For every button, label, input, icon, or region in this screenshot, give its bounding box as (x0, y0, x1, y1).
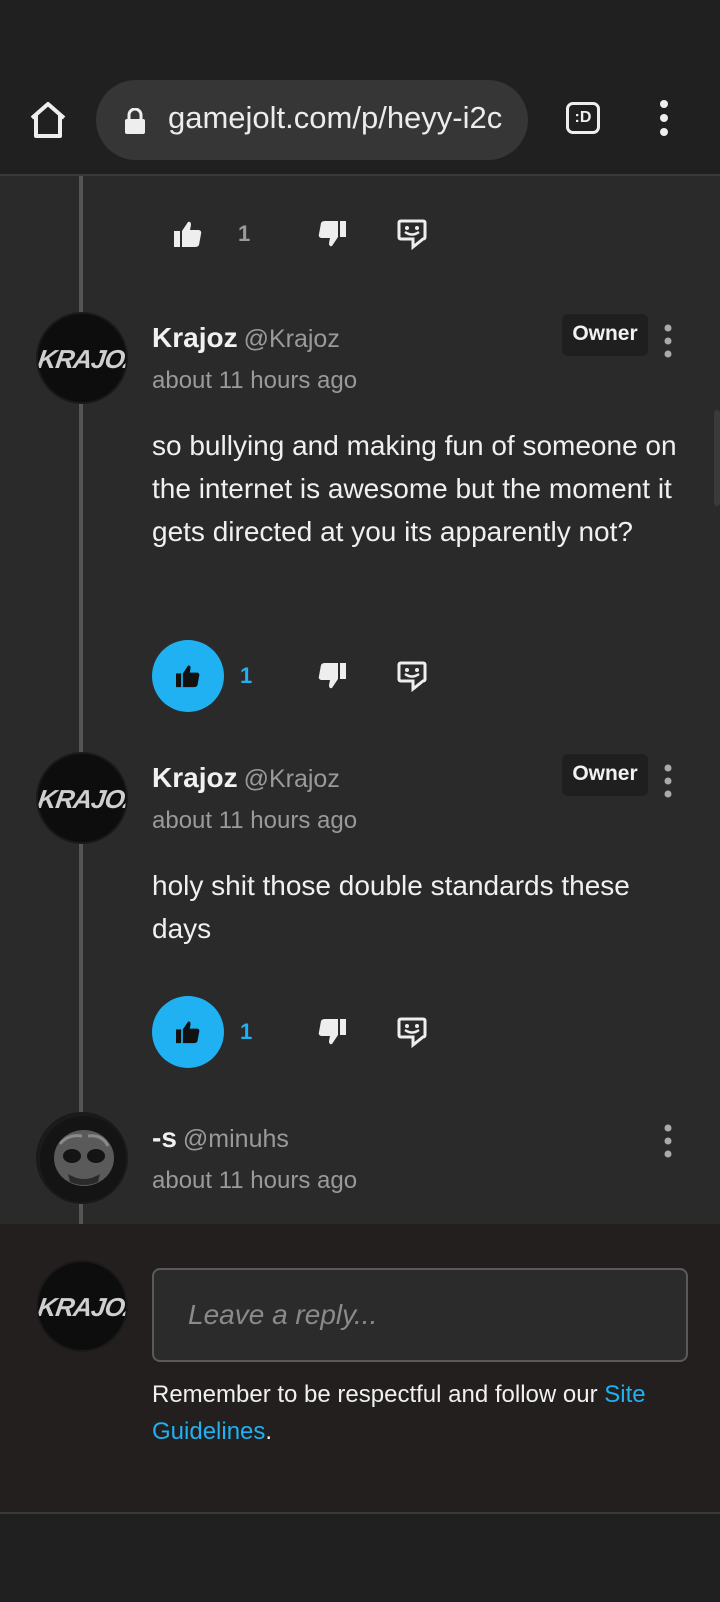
dislike-button[interactable] (296, 198, 368, 270)
avatar[interactable]: KRAJOZ (36, 312, 128, 404)
thumbs-down-icon (318, 663, 346, 689)
reply-icon (397, 1017, 427, 1048)
author-name[interactable]: Krajoz (152, 322, 238, 353)
comment-item: -s @minuhs about 11 hours ago (0, 1112, 720, 1224)
lock-icon (124, 107, 146, 134)
thumbs-up-icon (174, 221, 202, 247)
like-count: 1 (240, 1019, 253, 1044)
browser-menu-icon[interactable] (654, 98, 674, 138)
comment-time[interactable]: about 11 hours ago (152, 807, 357, 835)
avatar-logo: KRAJOZ (36, 1292, 128, 1322)
comment-item: KRAJOZ Krajoz @Krajoz about 11 hours ago … (0, 312, 720, 612)
guidelines-note-suffix: . (265, 1418, 273, 1445)
reply-button[interactable] (376, 640, 448, 712)
like-count: 1 (240, 663, 253, 688)
guidelines-note: Remember to be respectful and follow our… (152, 1376, 692, 1450)
dislike-button[interactable] (296, 996, 368, 1068)
reply-input[interactable]: Leave a reply... (152, 1268, 688, 1362)
like-button[interactable] (152, 640, 224, 712)
comment-author[interactable]: Krajoz @Krajoz (152, 322, 340, 354)
comment-time[interactable]: about 11 hours ago (152, 1167, 357, 1195)
like-button[interactable] (152, 198, 224, 270)
reply-button[interactable] (376, 996, 448, 1068)
guidelines-note-text: Remember to be respectful and follow our (152, 1381, 598, 1408)
reply-button[interactable] (376, 198, 448, 270)
avatar[interactable] (36, 1112, 128, 1204)
tab-switcher-button[interactable]: :D (566, 102, 600, 134)
author-name[interactable]: -s (152, 1122, 177, 1153)
status-bar (0, 0, 720, 74)
owner-badge: Owner (562, 754, 648, 796)
comment-menu-icon[interactable] (660, 1124, 676, 1158)
avatar-logo: KRAJOZ (36, 784, 128, 814)
author-handle[interactable]: @Krajoz (244, 765, 340, 793)
home-icon[interactable] (24, 96, 72, 144)
reply-icon (397, 661, 427, 692)
author-handle[interactable]: @minuhs (183, 1125, 289, 1153)
comment-item: KRAJOZ Krajoz @Krajoz about 11 hours ago … (0, 752, 720, 972)
reply-composer: KRAJOZ Leave a reply... Remember to be r… (0, 1224, 720, 1512)
comment-body: holy shit those double standards these d… (152, 870, 630, 944)
avatar[interactable]: KRAJOZ (36, 752, 128, 844)
thumbs-up-icon (176, 1021, 200, 1044)
comment-menu-icon[interactable] (660, 764, 676, 798)
like-count: 1 (238, 221, 251, 246)
address-bar[interactable]: gamejolt.com/p/heyy-i2c (96, 80, 528, 160)
dislike-button[interactable] (296, 640, 368, 712)
owner-badge: Owner (562, 314, 648, 356)
thumbs-up-icon (176, 665, 200, 688)
author-handle[interactable]: @Krajoz (244, 325, 340, 353)
comment-time[interactable]: about 11 hours ago (152, 367, 357, 395)
comment-body: so bullying and making fun of someone on… (152, 430, 677, 547)
like-button[interactable] (152, 996, 224, 1068)
reply-icon (397, 219, 427, 250)
thumbs-down-icon (318, 221, 346, 247)
comment-author[interactable]: Krajoz @Krajoz (152, 762, 340, 794)
browser-toolbar: gamejolt.com/p/heyy-i2c :D (0, 74, 720, 176)
comment-menu-icon[interactable] (660, 324, 676, 358)
thumbs-down-icon (318, 1019, 346, 1045)
comment-thread: 1 KRAJOZ Krajoz @Krajoz about 11 hours ag… (0, 176, 720, 1224)
system-nav-bar (0, 1512, 720, 1602)
comment-author[interactable]: -s @minuhs (152, 1122, 289, 1154)
avatar: KRAJOZ (36, 1260, 128, 1352)
avatar-logo: KRAJOZ (36, 344, 128, 374)
url-text: gamejolt.com/p/heyy-i2c (168, 100, 503, 135)
skull-avatar-image (40, 1116, 126, 1202)
author-name[interactable]: Krajoz (152, 762, 238, 793)
